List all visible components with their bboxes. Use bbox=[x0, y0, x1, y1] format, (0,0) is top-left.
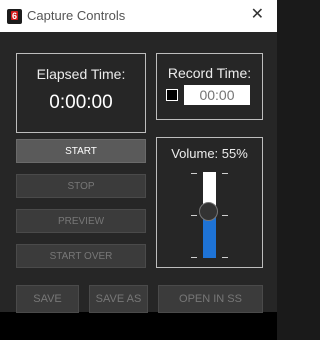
app-icon: 6 bbox=[7, 9, 22, 24]
start-button[interactable]: START bbox=[16, 139, 146, 163]
window-title: Capture Controls bbox=[27, 8, 126, 23]
elapsed-time-label: Elapsed Time: bbox=[36, 66, 126, 82]
slider-tick bbox=[222, 215, 228, 216]
slider-tick bbox=[222, 173, 228, 174]
bottom-strip bbox=[0, 312, 277, 340]
record-time-input[interactable] bbox=[184, 85, 250, 105]
volume-panel: Volume: 55% bbox=[156, 137, 263, 268]
slider-tick bbox=[222, 257, 228, 258]
start-over-button[interactable]: START OVER bbox=[16, 244, 146, 268]
slider-tick bbox=[191, 173, 197, 174]
title-bar: 6 Capture Controls ✕ bbox=[0, 0, 277, 32]
preview-button[interactable]: PREVIEW bbox=[16, 209, 146, 233]
volume-slider-thumb[interactable] bbox=[199, 201, 218, 221]
record-time-checkbox[interactable] bbox=[166, 89, 178, 101]
save-as-button[interactable]: SAVE AS bbox=[89, 285, 148, 313]
stop-button[interactable]: STOP bbox=[16, 174, 146, 198]
slider-tick bbox=[191, 257, 197, 258]
open-in-ss-button[interactable]: OPEN IN SS bbox=[158, 285, 263, 313]
save-button[interactable]: SAVE bbox=[16, 285, 79, 313]
elapsed-time-panel: Elapsed Time: 0:00:00 bbox=[16, 53, 146, 133]
record-time-label: Record Time: bbox=[167, 65, 252, 81]
slider-tick bbox=[191, 215, 197, 216]
volume-label: Volume: 55% bbox=[171, 146, 248, 161]
elapsed-time-value: 0:00:00 bbox=[49, 92, 113, 113]
app-icon-text: 6 bbox=[12, 11, 18, 21]
record-time-panel: Record Time: bbox=[156, 53, 263, 120]
close-icon[interactable]: ✕ bbox=[251, 6, 264, 24]
